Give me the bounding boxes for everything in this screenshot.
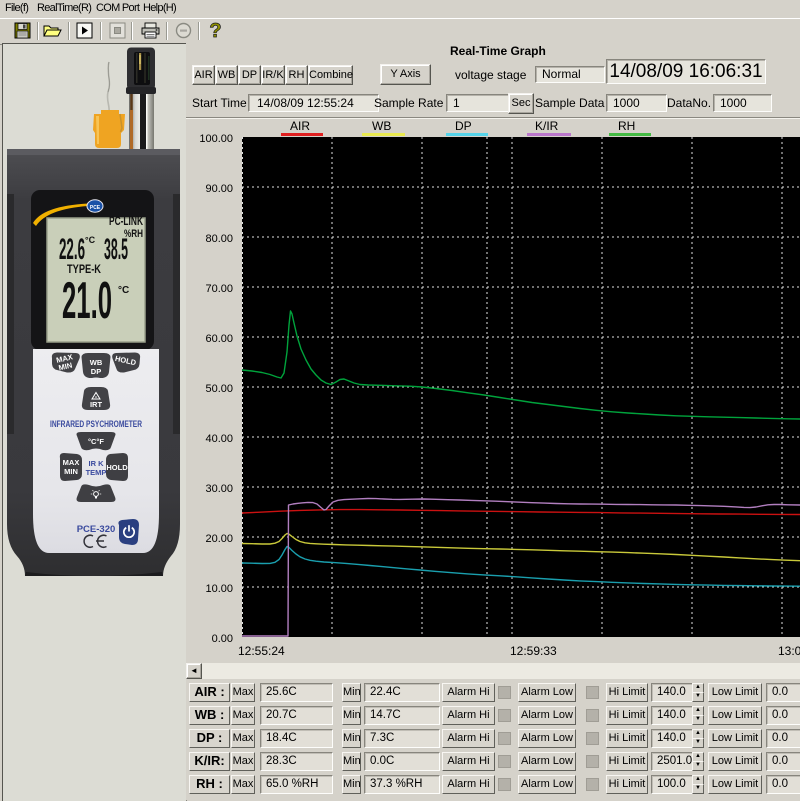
- svg-text:IRT: IRT: [90, 400, 103, 409]
- svg-text:PCE: PCE: [90, 205, 101, 211]
- svg-text:PCE-320: PCE-320: [77, 524, 116, 535]
- svg-text:°C: °C: [118, 285, 129, 296]
- svg-text:MIN: MIN: [64, 467, 78, 476]
- svg-text:HOLD: HOLD: [106, 463, 128, 472]
- svg-text:WB: WB: [90, 358, 103, 367]
- svg-text:?: ?: [209, 21, 221, 40]
- svg-text:IR K: IR K: [89, 459, 105, 468]
- svg-text:MAX: MAX: [63, 458, 80, 467]
- svg-text:38.5: 38.5: [104, 233, 128, 266]
- svg-text:INFRARED PSYCHROMETER: INFRARED PSYCHROMETER: [50, 419, 142, 430]
- svg-text:21.0: 21.0: [62, 272, 112, 330]
- svg-text:TEMP: TEMP: [86, 468, 107, 477]
- svg-text:°C°F: °C°F: [88, 437, 104, 446]
- svg-text:PC-LINK: PC-LINK: [109, 214, 143, 228]
- svg-text:DP: DP: [91, 367, 101, 376]
- svg-text:°C: °C: [85, 235, 96, 245]
